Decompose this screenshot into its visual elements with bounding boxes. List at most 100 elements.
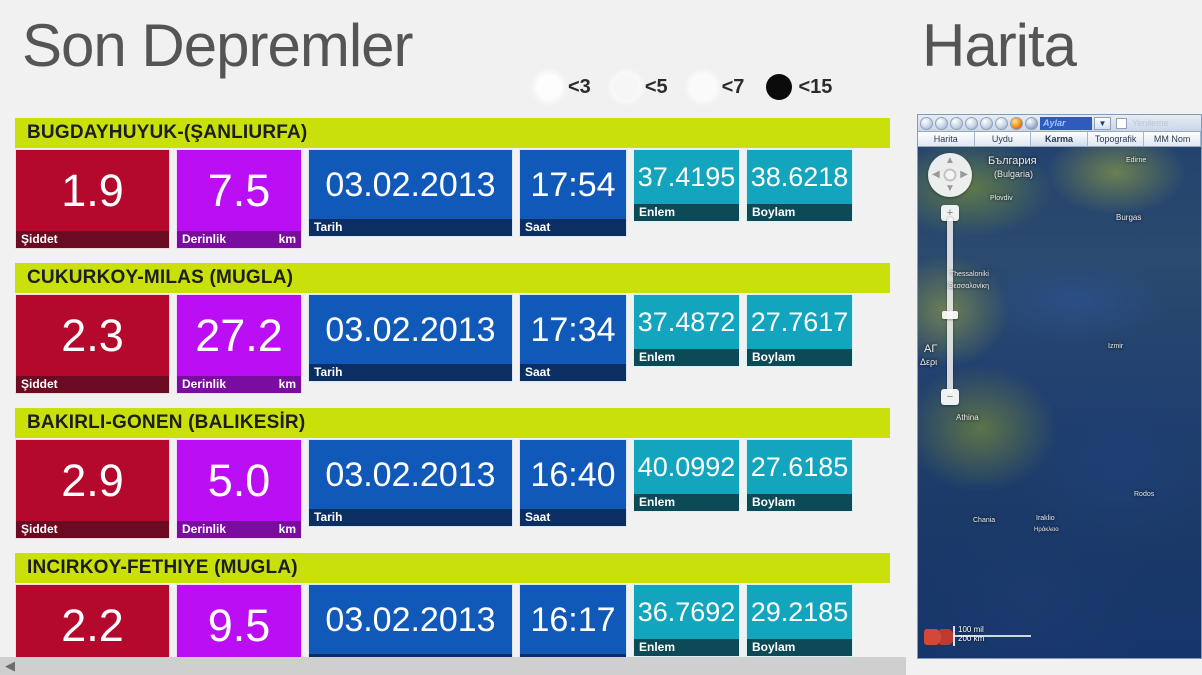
- earthquake-row[interactable]: BAKIRLI-GONEN (BALIKESİR) 2.9 Şiddet 5.0 Der…: [0, 408, 906, 539]
- map-place-label: ΑΓ: [924, 343, 938, 355]
- settings-icon[interactable]: [950, 116, 963, 130]
- globe-icon[interactable]: [1010, 116, 1023, 130]
- depth-label: Derinlik: [182, 377, 227, 391]
- map-place-label: Edirne: [1126, 157, 1147, 164]
- zoom-slider-handle[interactable]: [942, 311, 958, 319]
- legend-item-1: <3: [536, 74, 613, 100]
- forward-icon[interactable]: [995, 116, 1008, 130]
- latitude-label: Enlem: [639, 640, 676, 654]
- earthquake-row[interactable]: CUKURKOY-MILAS (MUGLA) 2.3 Şiddet 27.2 Derin…: [0, 263, 906, 394]
- zoom-slider-track[interactable]: [947, 217, 953, 393]
- time-value: 16:40: [530, 455, 616, 494]
- earthquake-location[interactable]: INCIRKOY-FETHIYE (MUGLA): [15, 553, 890, 583]
- period-select[interactable]: Aylar: [1040, 116, 1092, 130]
- pan-center-icon[interactable]: [943, 168, 957, 182]
- latitude-value: 40.0992: [637, 451, 736, 482]
- map-place-label: Izmir: [1108, 343, 1124, 350]
- help-icon[interactable]: [965, 116, 978, 130]
- map-toolbar[interactable]: Aylar ▼ Yenileme: [918, 115, 1201, 132]
- map-tab-harita[interactable]: Harita: [918, 132, 975, 146]
- longitude-tile[interactable]: 27.7617 Boylam: [746, 294, 853, 367]
- map-layer-tabs[interactable]: Harita Uydu Karma Topografik MM Nom: [918, 132, 1201, 147]
- refresh-checkbox[interactable]: [1116, 117, 1127, 129]
- map-scale-bar: 100 mil 200 km: [953, 625, 1031, 646]
- longitude-footer: Boylam: [747, 639, 852, 656]
- time-tile[interactable]: 16:40 Saat: [519, 439, 627, 527]
- time-tile[interactable]: 16:17Saat: [519, 584, 627, 663]
- depth-unit: km: [278, 522, 296, 536]
- pan-right-icon[interactable]: ▶: [960, 170, 968, 180]
- longitude-tile[interactable]: 38.6218 Boylam: [746, 149, 853, 222]
- earthquake-row[interactable]: INCIRKOY-FETHIYE (MUGLA)2.2Şiddet9.5Deri…: [0, 553, 906, 663]
- magnitude-tile[interactable]: 2.3 Şiddet: [15, 294, 170, 394]
- map-title: Harita: [922, 12, 1077, 79]
- depth-tile[interactable]: 9.5Derinlikkm: [176, 584, 302, 663]
- date-tile[interactable]: 03.02.2013Tarih: [308, 294, 513, 382]
- legend-label: <3: [568, 75, 591, 98]
- map-tab-uydu[interactable]: Uydu: [974, 132, 1032, 146]
- map-canvas[interactable]: ▲ ▼ ◀ ▶ + − България (Bulgaria) Plovdiv Bur…: [918, 147, 1201, 658]
- pan-left-icon[interactable]: ◀: [932, 170, 940, 180]
- white-dot-large-icon: [689, 74, 716, 100]
- date-label: Tarih: [314, 365, 343, 379]
- magnitude-tile[interactable]: 1.9 Şiddet: [15, 149, 170, 249]
- map-tab-topografik[interactable]: Topografik: [1087, 132, 1145, 146]
- back-icon[interactable]: [980, 116, 993, 130]
- earthquake-list[interactable]: BUGDAYHUYUK-(ŞANLIURFA) 1.9 Şiddet 7.5 Derin…: [0, 118, 906, 663]
- latitude-tile[interactable]: 37.4872 Enlem: [633, 294, 740, 367]
- scroll-left-arrow-icon[interactable]: ◀: [0, 657, 20, 675]
- map-widget[interactable]: Aylar ▼ Yenileme Harita Uydu Karma Topograf…: [917, 114, 1202, 659]
- pan-up-icon[interactable]: ▲: [945, 156, 955, 166]
- date-value: 03.02.2013: [325, 600, 496, 639]
- date-footer: Tarih: [309, 219, 512, 236]
- latitude-tile[interactable]: 36.7692 Enlem: [633, 584, 740, 657]
- info-icon[interactable]: [935, 116, 948, 130]
- scrollbar-track[interactable]: [20, 657, 906, 675]
- magnitude-tile[interactable]: 2.9 Şiddet: [15, 439, 170, 539]
- depth-footer: Derinlik km: [177, 521, 301, 538]
- date-tile[interactable]: 03.02.2013Tarih: [308, 439, 513, 527]
- magnitude-tile[interactable]: 2.2Şiddet: [15, 584, 170, 663]
- longitude-label: Boylam: [752, 495, 796, 509]
- zoom-slider[interactable]: + −: [941, 205, 959, 405]
- latitude-tile[interactable]: 37.4195 Enlem: [633, 149, 740, 222]
- date-label: Tarih: [314, 510, 343, 524]
- earthquake-location[interactable]: BAKIRLI-GONEN (BALIKESİR): [15, 408, 890, 438]
- date-tile[interactable]: 03.02.2013Tarih: [308, 149, 513, 237]
- map-tab-karma[interactable]: Karma: [1031, 132, 1088, 146]
- wrench-icon[interactable]: [1025, 116, 1038, 130]
- date-tile[interactable]: 03.02.2013Tarih: [308, 584, 513, 663]
- earthquake-row[interactable]: BUGDAYHUYUK-(ŞANLIURFA) 1.9 Şiddet 7.5 Derin…: [0, 118, 906, 249]
- depth-tile[interactable]: 5.0 Derinlik km: [176, 439, 302, 539]
- magnitude-footer: Şiddet: [16, 376, 169, 393]
- longitude-tile[interactable]: 27.6185 Boylam: [746, 439, 853, 512]
- depth-tile[interactable]: 7.5 Derinlik km: [176, 149, 302, 249]
- time-footer: Saat: [520, 509, 626, 526]
- legend-item-3: <7: [689, 74, 767, 100]
- earthquake-location[interactable]: CUKURKOY-MILAS (MUGLA): [15, 263, 890, 293]
- time-tile[interactable]: 17:54 Saat: [519, 149, 627, 237]
- longitude-value: 38.6218: [750, 161, 849, 192]
- magnitude-footer: Şiddet: [16, 521, 169, 538]
- latitude-label: Enlem: [639, 495, 676, 509]
- depth-tile[interactable]: 27.2 Derinlik km: [176, 294, 302, 394]
- zoom-out-button[interactable]: −: [941, 389, 959, 405]
- time-label: Saat: [525, 220, 551, 234]
- magnitude-value: 2.2: [61, 600, 124, 651]
- pan-control[interactable]: ▲ ▼ ◀ ▶: [928, 153, 972, 197]
- depth-value: 5.0: [207, 455, 271, 506]
- app-root: Son Depremler <3 <5 <7 <15 BUGDAYHUYUK-(ŞAN…: [0, 0, 1202, 675]
- longitude-label: Boylam: [752, 205, 796, 219]
- refresh-icon[interactable]: [920, 116, 933, 130]
- earthquake-location[interactable]: BUGDAYHUYUK-(ŞANLIURFA): [15, 118, 890, 148]
- longitude-tile[interactable]: 29.2185 Boylam: [746, 584, 853, 657]
- time-tile[interactable]: 17:34 Saat: [519, 294, 627, 382]
- time-value: 17:34: [530, 310, 616, 349]
- latitude-tile[interactable]: 40.0992 Enlem: [633, 439, 740, 512]
- pan-down-icon[interactable]: ▼: [945, 184, 955, 194]
- chevron-down-icon[interactable]: ▼: [1094, 116, 1111, 130]
- map-tab-mm-nom[interactable]: MM Nom: [1144, 132, 1201, 146]
- depth-unit: km: [278, 232, 296, 246]
- time-value: 17:54: [530, 165, 616, 204]
- horizontal-scrollbar[interactable]: ◀: [0, 657, 906, 675]
